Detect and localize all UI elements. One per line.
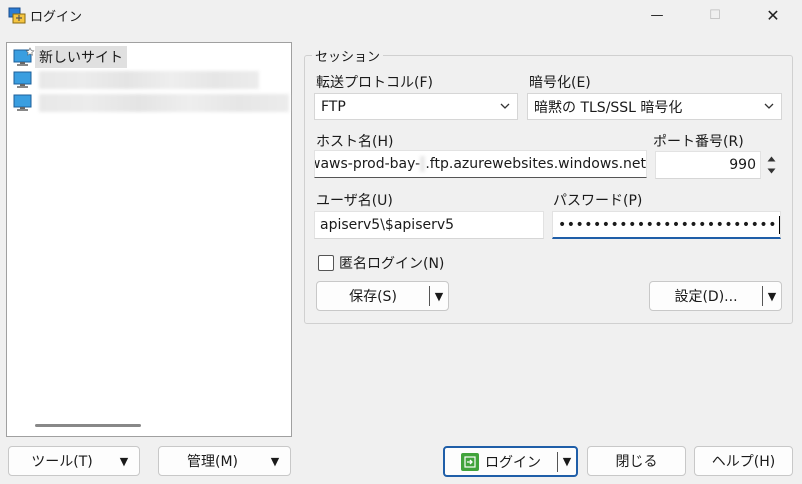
login-button-label: ログイン [485,454,541,471]
chevron-down-icon [764,103,774,109]
site-item[interactable] [13,69,259,91]
maximize-button[interactable]: ☐ [692,0,738,30]
title-bar: ログイン — ☐ ✕ [0,0,802,32]
login-button[interactable]: ログイン ▼ [443,446,578,477]
minimize-button[interactable]: — [634,0,680,30]
tools-button-label: ツール(T) [31,454,93,470]
protocol-value: FTP [321,98,346,115]
horizontal-scrollbar[interactable] [35,424,141,427]
advanced-button-label: 設定(D)... [674,289,738,305]
encryption-label: 暗号化(E) [529,75,591,91]
caret-down-icon: ▼ [119,454,129,468]
close-button-label: 閉じる [615,454,658,470]
host-value-suffix: .ftp.azurewebsites.windows.net [425,156,646,172]
checkbox-box[interactable] [318,255,334,271]
caret-down-icon[interactable]: ▼ [558,455,576,468]
port-spin-down[interactable] [763,165,780,177]
password-input[interactable]: ••••••••••••••••••••••••• [552,211,781,239]
port-spin-up[interactable] [763,153,780,165]
spin-down-icon [767,168,776,174]
user-input[interactable]: apiserv5\$apiserv5 [314,211,544,239]
spin-up-icon [767,156,776,162]
session-group-label: セッション [312,46,384,65]
encryption-value: 暗黙の TLS/SSL 暗号化 [534,99,683,116]
site-item[interactable] [13,92,289,114]
user-label: ユーザ名(U) [316,193,393,209]
encryption-select[interactable]: 暗黙の TLS/SSL 暗号化 [527,93,782,120]
protocol-select[interactable]: FTP [314,93,518,120]
protocol-label: 転送プロトコル(F) [316,75,433,91]
minimize-icon: — [650,7,664,23]
monitor-new-site-icon [13,47,35,66]
maximize-icon: ☐ [709,7,721,23]
password-value: ••••••••••••••••••••••••• [558,216,777,233]
redacted-host-part [420,156,426,172]
host-value-prefix: waws-prod-bay- [314,156,421,172]
help-button-label: ヘルプ(H) [711,454,776,470]
host-label: ホスト名(H) [316,134,394,150]
anonymous-login-label: 匿名ログイン(N) [339,256,445,272]
site-item-new[interactable]: 新しいサイト [13,46,127,68]
monitor-icon [13,71,32,88]
redacted-site-name [39,94,289,112]
caret-down-icon: ▼ [270,454,280,468]
text-caret [778,215,780,234]
site-tree[interactable]: 新しいサイト [6,42,292,437]
login-icon [461,452,479,471]
window-title: ログイン [30,10,83,25]
help-button[interactable]: ヘルプ(H) [694,446,793,476]
anonymous-login-checkbox[interactable]: 匿名ログイン(N) [318,253,444,273]
close-window-button[interactable]: ✕ [750,0,796,30]
save-button[interactable]: 保存(S) ▼ [316,281,449,311]
chevron-down-icon [500,103,510,109]
manage-button-label: 管理(M) [186,454,238,470]
tools-button[interactable]: ツール(T) ▼ [8,446,140,476]
user-value: apiserv5\$apiserv5 [320,217,455,233]
caret-down-icon[interactable]: ▼ [763,290,781,303]
save-button-label: 保存(S) [349,289,397,305]
advanced-settings-button[interactable]: 設定(D)... ▼ [649,281,782,311]
site-item-label: 新しいサイト [35,46,127,68]
monitor-icon [13,94,32,111]
redacted-site-name [39,71,259,89]
port-value: 990 [729,157,756,173]
port-input[interactable]: 990 [655,151,761,179]
manage-button[interactable]: 管理(M) ▼ [158,446,291,476]
host-input[interactable]: waws-prod-bay- .ftp.azurewebsites.window… [314,150,647,178]
app-icon [8,7,26,24]
caret-down-icon[interactable]: ▼ [430,290,448,303]
port-label: ポート番号(R) [653,134,744,150]
close-icon: ✕ [766,5,780,25]
close-button[interactable]: 閉じる [587,446,686,476]
password-label: パスワード(P) [553,193,643,209]
